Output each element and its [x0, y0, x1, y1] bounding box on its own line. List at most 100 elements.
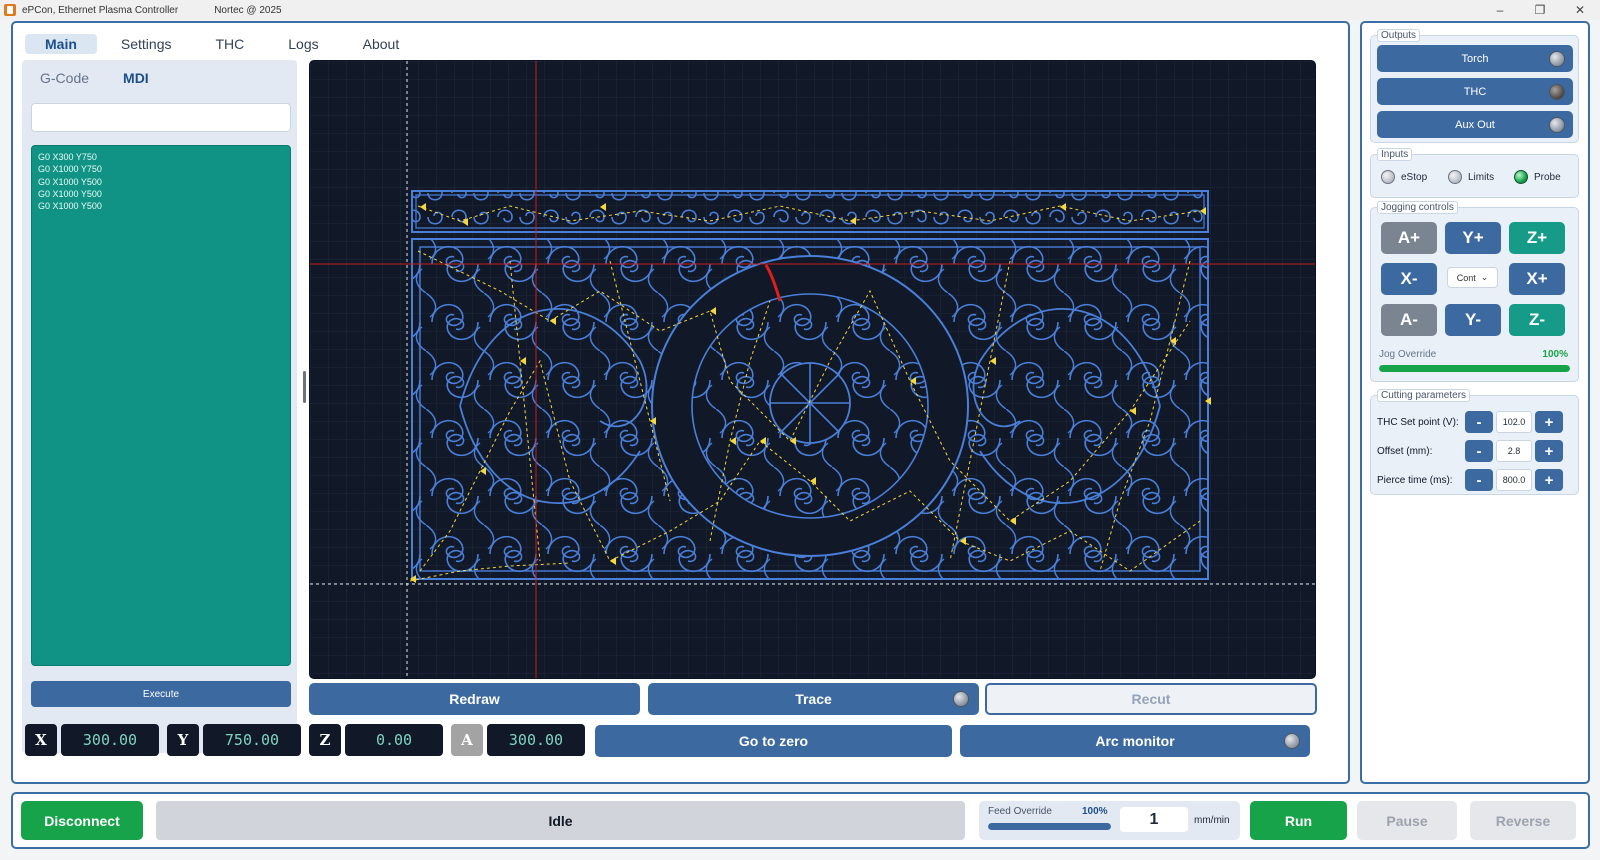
probe-led [1514, 170, 1528, 184]
gcode-mdi-pane: G-Code MDI G0 X300 Y750 G0 X1000 Y750 G0… [22, 60, 297, 753]
jog-a-plus-button[interactable]: A+ [1381, 222, 1437, 254]
list-item[interactable]: G0 X1000 Y500 [38, 200, 284, 212]
torch-output-button[interactable]: Torch [1377, 45, 1573, 72]
main-tabs: Main Settings THC Logs About [25, 34, 419, 54]
outputs-group: Outputs Torch THC Aux Out [1370, 29, 1579, 143]
estop-input: eStop [1381, 170, 1427, 184]
feed-override-slider[interactable] [988, 823, 1111, 830]
jog-z-plus-button[interactable]: Z+ [1509, 222, 1565, 254]
jog-y-minus-button[interactable]: Y- [1445, 304, 1501, 336]
recut-button[interactable]: Recut [985, 683, 1317, 715]
subtab-mdi[interactable]: MDI [113, 68, 159, 88]
jog-x-minus-button[interactable]: X- [1381, 263, 1437, 295]
toolpath-canvas[interactable] [309, 60, 1316, 679]
probe-label: Probe [1534, 171, 1561, 183]
bottom-bar: Disconnect Idle Feed Override 100% 1 mm/… [11, 792, 1590, 849]
thc-setpoint-label: THC Set point (V): [1377, 416, 1459, 428]
tab-main[interactable]: Main [25, 34, 97, 54]
thc-output-button[interactable]: THC [1377, 78, 1573, 105]
jog-override-label: Jog Override [1379, 349, 1437, 360]
main-panel: Main Settings THC Logs About G-Code MDI … [11, 21, 1350, 784]
tab-logs[interactable]: Logs [268, 34, 338, 54]
part-ornament-panel [411, 238, 1209, 580]
right-panel: Outputs Torch THC Aux Out Inputs eStop L… [1360, 21, 1590, 784]
jog-mode-value: Cont [1456, 272, 1476, 283]
offset-plus-button[interactable]: + [1535, 440, 1563, 462]
mdi-history-list[interactable]: G0 X300 Y750 G0 X1000 Y750 G0 X1000 Y500… [31, 145, 291, 666]
pierce-time-row: Pierce time (ms): - 800.0 + [1377, 469, 1574, 491]
app-icon [4, 4, 16, 16]
limits-input: Limits [1448, 170, 1494, 184]
list-item[interactable]: G0 X1000 Y500 [38, 176, 284, 188]
thc-led [1549, 83, 1565, 100]
redraw-button[interactable]: Redraw [309, 683, 640, 715]
restore-icon[interactable]: ❐ [1520, 0, 1560, 20]
go-to-zero-button[interactable]: Go to zero [595, 725, 952, 757]
pierce-time-plus-button[interactable]: + [1535, 469, 1563, 491]
jog-a-minus-button[interactable]: A- [1381, 304, 1437, 336]
gcode-subtabs: G-Code MDI [30, 68, 159, 88]
list-item[interactable]: G0 X300 Y750 [38, 151, 284, 163]
feed-rate-field[interactable]: 1 [1120, 807, 1188, 832]
estop-label: eStop [1401, 171, 1428, 183]
vendor-label: Nortec @ 2025 [214, 4, 282, 16]
z-position-readout: 0.00 [345, 724, 443, 756]
a-axis-tag: A [451, 724, 483, 756]
mdi-command-input[interactable] [31, 103, 291, 132]
y-axis-tag: Y [167, 724, 199, 756]
probe-input: Probe [1514, 170, 1561, 184]
thc-setpoint-minus-button[interactable]: - [1465, 411, 1493, 433]
pierce-time-minus-button[interactable]: - [1465, 469, 1493, 491]
jog-override-fill [1379, 365, 1570, 372]
title-bar: ePCon, Ethernet Plasma Controller Nortec… [0, 0, 1600, 20]
jogging-legend: Jogging controls [1377, 201, 1458, 214]
tab-thc[interactable]: THC [195, 34, 264, 54]
jog-mode-select[interactable]: Cont ⌄ [1447, 267, 1498, 288]
subtab-gcode[interactable]: G-Code [30, 68, 99, 88]
jog-override-value: 100% [1542, 349, 1568, 360]
list-item[interactable]: G0 X1000 Y500 [38, 188, 284, 200]
trace-button[interactable]: Trace [648, 683, 979, 715]
offset-field[interactable]: 2.8 [1496, 440, 1532, 462]
inputs-group: Inputs eStop Limits Probe [1370, 148, 1579, 198]
jog-override-slider[interactable] [1379, 365, 1570, 372]
dro-row: X 300.00 Y 750.00 Z 0.00 A 300.00 [25, 724, 593, 756]
machine-status: Idle [156, 801, 965, 840]
reverse-button[interactable]: Reverse [1470, 801, 1576, 840]
jog-x-plus-button[interactable]: X+ [1509, 263, 1565, 295]
offset-row: Offset (mm): - 2.8 + [1377, 440, 1574, 462]
z-axis-tag: Z [309, 724, 341, 756]
arc-monitor-button[interactable]: Arc monitor [960, 725, 1310, 757]
close-icon[interactable]: ✕ [1560, 0, 1600, 20]
feed-override-box: Feed Override 100% 1 mm/min [979, 801, 1240, 840]
pane-splitter-handle[interactable] [303, 371, 306, 403]
offset-minus-button[interactable]: - [1465, 440, 1493, 462]
jog-z-minus-button[interactable]: Z- [1509, 304, 1565, 336]
list-item[interactable]: G0 X1000 Y750 [38, 163, 284, 175]
cutting-legend: Cutting parameters [1377, 389, 1471, 402]
tab-settings[interactable]: Settings [101, 34, 192, 54]
arc-monitor-label: Arc monitor [1095, 733, 1175, 749]
thc-setpoint-plus-button[interactable]: + [1535, 411, 1563, 433]
feed-unit-label: mm/min [1194, 815, 1230, 826]
minimize-icon[interactable]: – [1480, 0, 1520, 20]
jog-y-plus-button[interactable]: Y+ [1445, 222, 1501, 254]
aux-out-button[interactable]: Aux Out [1377, 111, 1573, 138]
outputs-legend: Outputs [1377, 29, 1421, 42]
run-button[interactable]: Run [1250, 801, 1347, 840]
chevron-down-icon: ⌄ [1480, 272, 1489, 282]
feed-override-label: Feed Override [988, 806, 1052, 817]
pierce-time-field[interactable]: 800.0 [1496, 469, 1532, 491]
thc-setpoint-field[interactable]: 102.0 [1496, 411, 1532, 433]
jogging-controls-group: Jogging controls A+ Y+ Z+ X- Cont ⌄ X+ A… [1370, 201, 1579, 382]
limits-led [1448, 170, 1462, 184]
execute-button[interactable]: Execute [31, 681, 291, 707]
feed-override-fill [988, 823, 1111, 830]
torch-led [1549, 50, 1565, 67]
inputs-legend: Inputs [1377, 148, 1413, 161]
pause-button[interactable]: Pause [1357, 801, 1457, 840]
cutting-parameters-group: Cutting parameters THC Set point (V): - … [1370, 389, 1579, 495]
part-border-band [411, 190, 1209, 233]
disconnect-button[interactable]: Disconnect [21, 801, 143, 840]
tab-about[interactable]: About [343, 34, 420, 54]
